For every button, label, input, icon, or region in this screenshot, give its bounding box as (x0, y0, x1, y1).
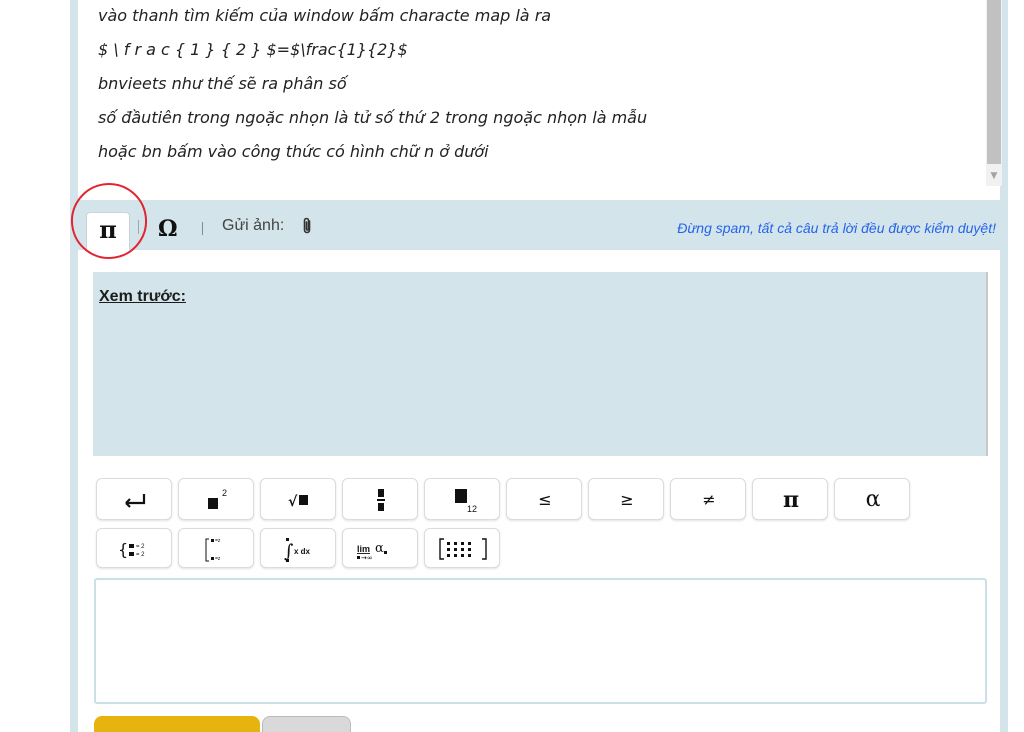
page: vào thanh tìm kiếm của window bấm charac… (0, 0, 1024, 732)
leq-button[interactable]: ≤ (506, 478, 582, 520)
bracket-equations-icon: =z =z (205, 538, 221, 562)
system-of-equations-button[interactable]: { = 2 = 2 (96, 528, 172, 568)
matrix-icon (439, 538, 487, 560)
alpha-symbol: α (865, 487, 881, 512)
limit-icon: lim →∞ α (357, 541, 387, 562)
svg-text:{: { (118, 540, 128, 559)
svg-text:lim: lim (357, 544, 370, 554)
limit-button[interactable]: lim →∞ α (342, 528, 418, 568)
fraction-button[interactable] (342, 478, 418, 520)
sqrt-button[interactable]: √ (260, 478, 336, 520)
tab-math-symbols[interactable]: π (86, 212, 130, 250)
matrix-button[interactable] (424, 528, 500, 568)
svg-text:=z: =z (215, 556, 221, 562)
cancel-button[interactable] (262, 716, 351, 732)
geq-symbol: ≥ (620, 490, 634, 509)
svg-text:√: √ (288, 494, 298, 510)
svg-text:→∞: →∞ (361, 554, 373, 562)
system-brace-icon: { = 2 = 2 (118, 540, 145, 559)
answer-input[interactable] (94, 578, 987, 704)
return-arrow-icon (125, 494, 146, 508)
scrollbar-thumb[interactable] (987, 0, 1001, 164)
answer-line: vào thanh tìm kiếm của window bấm charac… (98, 6, 552, 25)
preview-label: Xem trước: (99, 288, 186, 305)
left-panel-border (70, 0, 78, 732)
alpha-button[interactable]: α (834, 478, 910, 520)
answer-line: hoặc bn bấm vào công thức có hình chữ n … (98, 142, 489, 161)
tab-special-characters[interactable]: Ω (158, 214, 184, 244)
answer-line: bnvieets như thế sẽ ra phân số (98, 74, 347, 93)
svg-text:12: 12 (467, 504, 477, 514)
answer-content: vào thanh tìm kiếm của window bấm charac… (98, 4, 978, 174)
answer-line: $ \ f r a c { 1 } { 2 } $=$\frac{1}{2}$ (98, 40, 408, 59)
integral-icon: ∫ x dx (284, 538, 311, 562)
geq-button[interactable]: ≥ (588, 478, 664, 520)
svg-text:= 2: = 2 (136, 544, 145, 550)
bracket-equations-button[interactable]: =z =z (178, 528, 254, 568)
upload-image-label: Gửi ảnh: (222, 217, 285, 234)
editor-toolbar: π Ω Gửi ảnh: Đừng spam, tất cả câu trả l… (78, 200, 1000, 250)
leq-symbol: ≤ (538, 490, 552, 509)
answer-line: số đầutiên trong ngoặc nhọn là tử số thứ… (98, 108, 648, 127)
scrollbar[interactable]: ▼ (986, 0, 1002, 186)
subscript-button[interactable]: 12 (424, 478, 500, 520)
separator (138, 220, 139, 234)
moderation-warning: Đừng spam, tất cả câu trả lời đều được k… (677, 220, 996, 236)
pi-symbol: π (782, 487, 800, 513)
pi-button[interactable]: π (752, 478, 828, 520)
paperclip-icon[interactable] (300, 217, 314, 235)
submit-button[interactable] (94, 716, 260, 732)
preview-panel: Xem trước: (93, 272, 988, 456)
neq-symbol: ≠ (702, 490, 716, 509)
superscript-button[interactable]: 2 (178, 478, 254, 520)
sqrt-icon: √ (288, 494, 308, 510)
svg-text:2: 2 (222, 488, 227, 498)
svg-text:=z: =z (215, 538, 221, 544)
svg-text:x dx: x dx (294, 547, 311, 556)
neq-button[interactable]: ≠ (670, 478, 746, 520)
svg-text:∫: ∫ (284, 541, 294, 562)
newline-button[interactable] (96, 478, 172, 520)
subscript-icon: 12 (455, 489, 477, 514)
superscript-icon: 2 (208, 488, 227, 509)
svg-text:α: α (375, 541, 384, 556)
scroll-down-arrow-icon[interactable]: ▼ (986, 168, 1002, 184)
separator (202, 222, 203, 235)
integral-button[interactable]: ∫ x dx (260, 528, 336, 568)
svg-text:= 2: = 2 (136, 552, 145, 558)
fraction-icon (377, 489, 385, 511)
